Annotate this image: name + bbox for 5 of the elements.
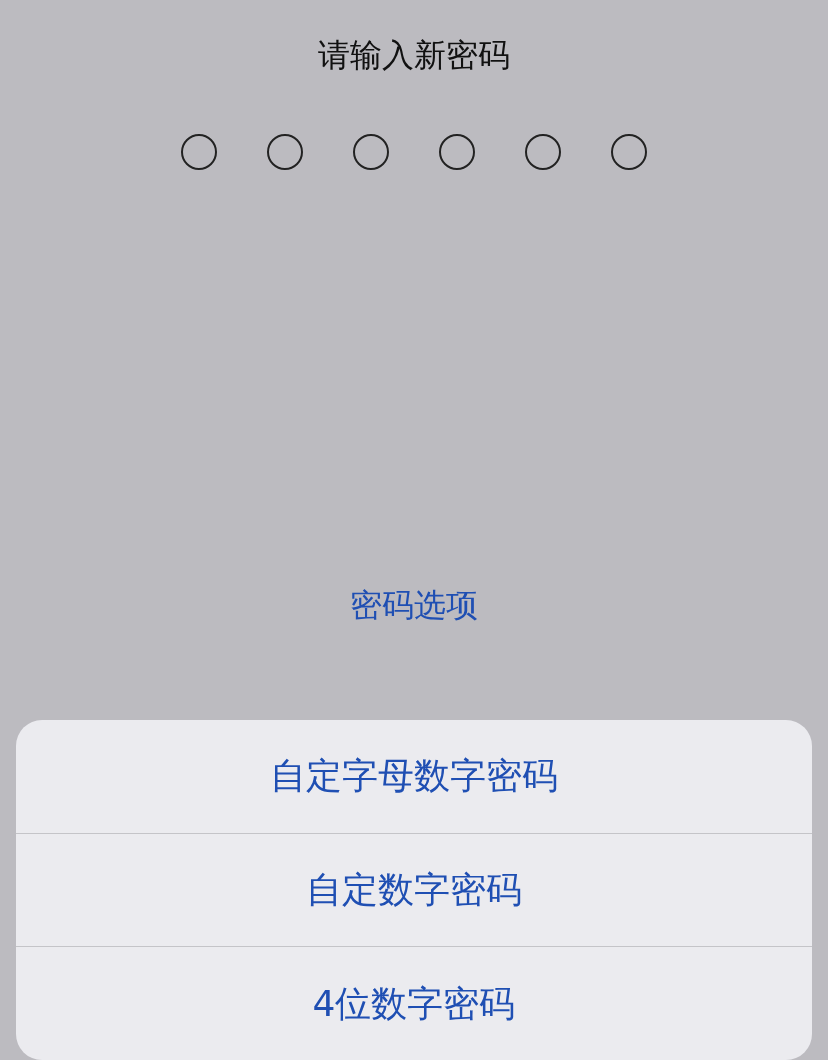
passcode-options-link[interactable]: 密码选项: [350, 586, 478, 624]
action-sheet-option[interactable]: 4位数字密码: [16, 946, 812, 1060]
action-sheet-option[interactable]: 自定数字密码: [16, 832, 812, 947]
action-sheet-option[interactable]: 自定字母数字密码: [16, 720, 812, 833]
screen-title: 请输入新密码: [318, 36, 510, 74]
